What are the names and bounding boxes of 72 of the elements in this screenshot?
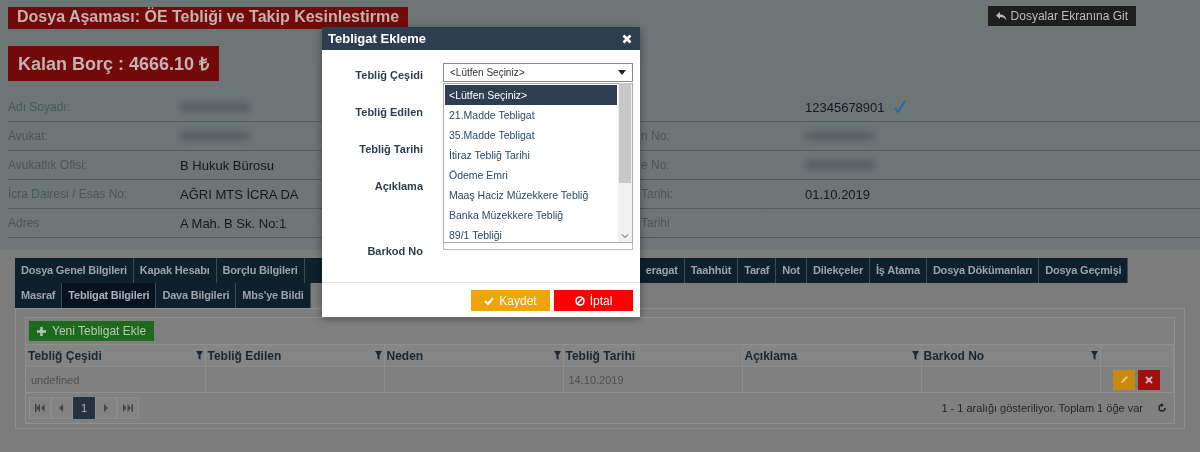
field-value: 12345678901 xyxy=(805,99,885,115)
dropdown-option[interactable]: Maaş Haciz Müzekkere Tebliğ xyxy=(445,185,617,205)
dropdown-option[interactable]: <Lütfen Seçiniz> xyxy=(445,85,617,105)
tab[interactable]: Kapak Hesabı xyxy=(133,258,217,283)
stage-title-banner: Dosya Aşaması: ÖE Tebliği ve Takip Kesinlestirme xyxy=(8,7,409,29)
tab[interactable]: Masraf xyxy=(15,283,63,308)
tab[interactable]: Taahhüt xyxy=(684,258,739,283)
filter-icon xyxy=(553,351,561,360)
dropdown-option[interactable]: Ödeme Emri xyxy=(445,165,617,185)
dropdown-option[interactable]: İtiraz Tebliğ Tarihi xyxy=(445,145,617,165)
tab[interactable]: Not xyxy=(776,258,808,283)
last-page-icon xyxy=(123,404,133,412)
dropdown-option[interactable]: Banka Müzekkere Tebliğ xyxy=(445,205,617,225)
back-to-files-button[interactable]: Dosyalar Ekranına Git xyxy=(987,6,1136,26)
filter-icon xyxy=(1090,351,1098,360)
column-header[interactable]: Tebliğ Çeşidi xyxy=(26,345,205,367)
refresh-icon[interactable] xyxy=(1157,403,1167,413)
cancel-button[interactable]: İptal xyxy=(554,290,633,311)
field-label: Tebliğ Edilen xyxy=(354,105,423,118)
tab[interactable]: Dosya Geçmişi xyxy=(1039,258,1129,283)
first-page-button[interactable] xyxy=(29,397,51,419)
field-label: Açıklama xyxy=(373,179,423,192)
remaining-debt-banner: Kalan Borç : 4666.10 ₺ xyxy=(8,46,220,81)
tab[interactable]: Borçlu Bilgileri xyxy=(216,258,305,283)
tab[interactable]: Dava Bilgileri xyxy=(156,283,237,308)
tab[interactable]: Dilekçeler xyxy=(807,258,870,283)
pencil-icon xyxy=(1119,375,1129,384)
last-page-button[interactable] xyxy=(117,397,139,419)
column-header[interactable]: Tebliğ Tarihi xyxy=(563,345,742,367)
tab[interactable]: Dosya Genel Bilgileri xyxy=(15,258,134,283)
field-value: B Hukuk Bürosu xyxy=(180,157,274,173)
field-label: Tebliğ Tarihi xyxy=(358,142,423,155)
field-value: 01.10.2019 xyxy=(805,186,871,202)
check-icon xyxy=(484,296,495,305)
chevron-down-icon xyxy=(621,234,629,239)
next-page-icon xyxy=(101,404,111,412)
dialog-title: Tebligat Ekleme xyxy=(328,31,426,46)
filter-icon xyxy=(195,351,203,360)
dropdown-option[interactable]: 89/1 Tebliği xyxy=(445,225,617,245)
delete-button[interactable] xyxy=(1138,369,1161,390)
scrollbar[interactable] xyxy=(618,84,632,242)
column-header[interactable]: Neden xyxy=(384,345,563,367)
close-icon[interactable] xyxy=(622,33,632,44)
tab[interactable]: Mbs'ye Bildi xyxy=(236,283,311,308)
field-value: A Mah. B Sk. No:1 xyxy=(180,215,287,231)
dropdown-option[interactable]: 35.Madde Tebligat xyxy=(445,125,617,145)
first-page-icon xyxy=(35,404,45,412)
plus-icon xyxy=(37,326,46,336)
close-icon xyxy=(1145,375,1154,384)
page-number-button[interactable]: 1 xyxy=(73,397,95,419)
field-label: Tebliğ Çeşidi xyxy=(354,68,423,81)
field-value: AĞRI MTS İCRA DA xyxy=(180,186,299,202)
reply-arrow-icon xyxy=(995,11,1007,21)
field-label: Barkod No xyxy=(366,244,423,257)
tab[interactable]: İş Atama xyxy=(870,258,927,283)
select-field[interactable]: <Lütfen Seçiniz> xyxy=(443,63,633,82)
column-header[interactable]: Barkod No xyxy=(921,345,1100,367)
column-header[interactable]: Açıklama xyxy=(742,345,921,367)
column-header[interactable]: Tebliğ Edilen xyxy=(205,345,384,367)
next-page-button[interactable] xyxy=(95,397,117,419)
edit-button[interactable] xyxy=(1113,369,1136,390)
previous-page-button[interactable] xyxy=(51,397,73,419)
filter-icon xyxy=(374,351,382,360)
prohibited-icon xyxy=(574,295,585,306)
dropdown-option[interactable]: 21.Madde Tebligat xyxy=(445,105,617,125)
add-notification-button[interactable]: Yeni Tebligat Ekle xyxy=(29,321,155,341)
tab[interactable]: Tebligat Bilgileri xyxy=(62,283,157,308)
pager-status: 1 - 1 aralığı gösteriliyor. Toplam 1 öğe var xyxy=(941,402,1143,414)
filter-icon xyxy=(911,351,919,360)
tab[interactable]: Dosya Dökümanları xyxy=(926,258,1040,283)
tab[interactable]: Taraf xyxy=(738,258,777,283)
caret-icon xyxy=(618,70,626,75)
